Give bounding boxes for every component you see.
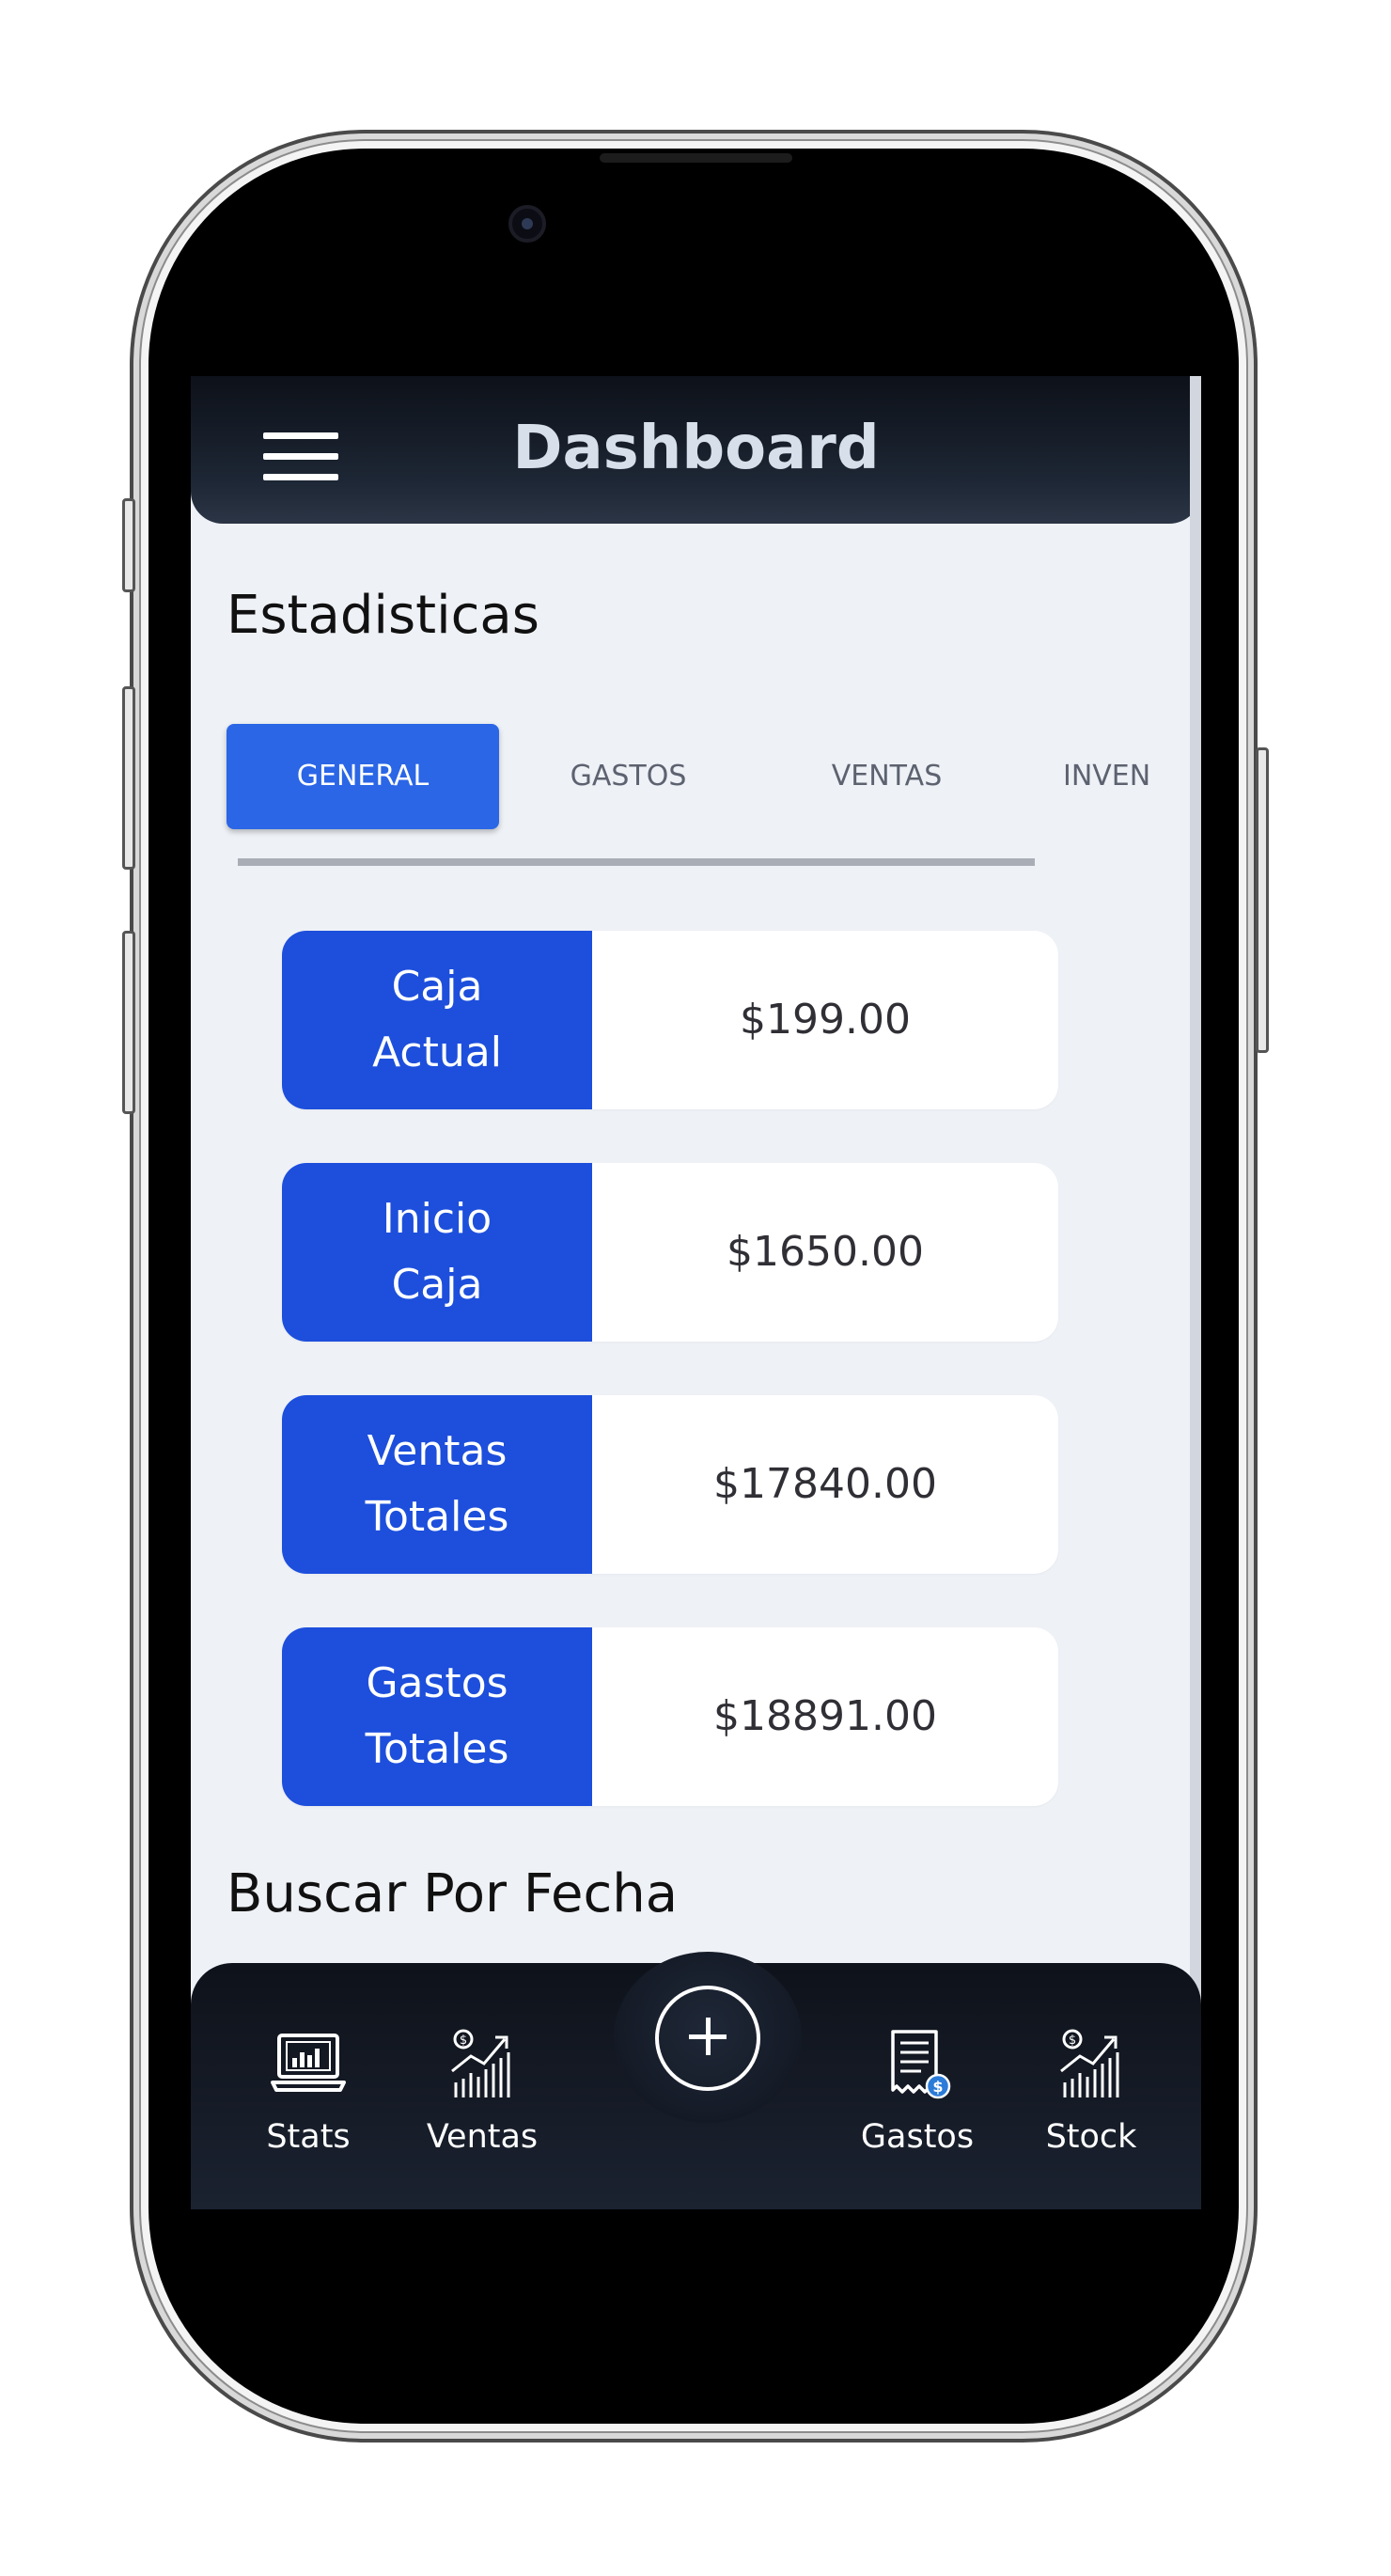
- nav-item-stock[interactable]: $ Stock: [1016, 2026, 1166, 2167]
- stat-label: Ventas Totales: [282, 1395, 592, 1574]
- rising-chart-icon: $: [1060, 2029, 1119, 2097]
- stat-label: Caja Actual: [282, 931, 592, 1109]
- tab-bar: GENERAL GASTOS VENTAS INVEN: [227, 724, 1201, 837]
- stat-value: $1650.00: [727, 1228, 924, 1276]
- stat-value: $17840.00: [713, 1460, 937, 1508]
- tab-ventas[interactable]: VENTAS: [758, 724, 1016, 829]
- stat-card-inicio-caja: Inicio Caja $1650.00: [282, 1163, 1058, 1342]
- stat-label: Gastos Totales: [282, 1627, 592, 1806]
- tab-general[interactable]: GENERAL: [227, 724, 499, 829]
- stat-value: $18891.00: [713, 1692, 937, 1740]
- volume-up-button: [122, 686, 135, 870]
- nav-item-stats[interactable]: Stats: [233, 2026, 383, 2167]
- svg-text:$: $: [1069, 2034, 1076, 2048]
- svg-text:$: $: [932, 2078, 943, 2096]
- add-button[interactable]: [614, 1952, 802, 2123]
- stat-card-gastos-totales: Gastos Totales $18891.00: [282, 1627, 1058, 1806]
- receipt-dollar-icon: $: [891, 2030, 951, 2099]
- front-camera: [508, 205, 546, 243]
- tab-indicator-track: [238, 858, 1035, 866]
- speaker-grille: [600, 153, 792, 163]
- nav-label: Gastos: [860, 2118, 975, 2156]
- stat-card-ventas-totales: Ventas Totales $17840.00: [282, 1395, 1058, 1574]
- scrollbar[interactable]: [1190, 376, 1201, 2209]
- nav-label: Stock: [1045, 2118, 1137, 2156]
- stat-label: Inicio Caja: [282, 1163, 592, 1342]
- nav-item-ventas[interactable]: $ Ventas: [407, 2026, 557, 2167]
- tab-gastos[interactable]: GASTOS: [499, 724, 758, 829]
- volume-down-button: [122, 931, 135, 1114]
- stat-value: $199.00: [740, 996, 911, 1044]
- nav-label: Ventas: [426, 2118, 539, 2156]
- rising-chart-icon: $: [451, 2029, 510, 2097]
- laptop-chart-icon: [271, 2034, 346, 2092]
- nav-label: Stats: [266, 2118, 351, 2156]
- app-screen: Dashboard Estadisticas GENERAL GASTOS VE…: [191, 376, 1201, 2209]
- svg-text:$: $: [460, 2034, 467, 2048]
- power-button: [1256, 747, 1269, 1053]
- tab-inventario[interactable]: INVEN: [1016, 724, 1201, 829]
- stats-section-title: Estadisticas: [227, 585, 539, 646]
- silent-switch: [122, 498, 135, 592]
- page-title: Dashboard: [512, 414, 880, 483]
- nav-item-gastos[interactable]: $ Gastos: [842, 2026, 992, 2167]
- app-header: Dashboard: [191, 376, 1201, 524]
- search-by-date-title: Buscar Por Fecha: [227, 1863, 679, 1924]
- stat-card-caja-actual: Caja Actual $199.00: [282, 931, 1058, 1109]
